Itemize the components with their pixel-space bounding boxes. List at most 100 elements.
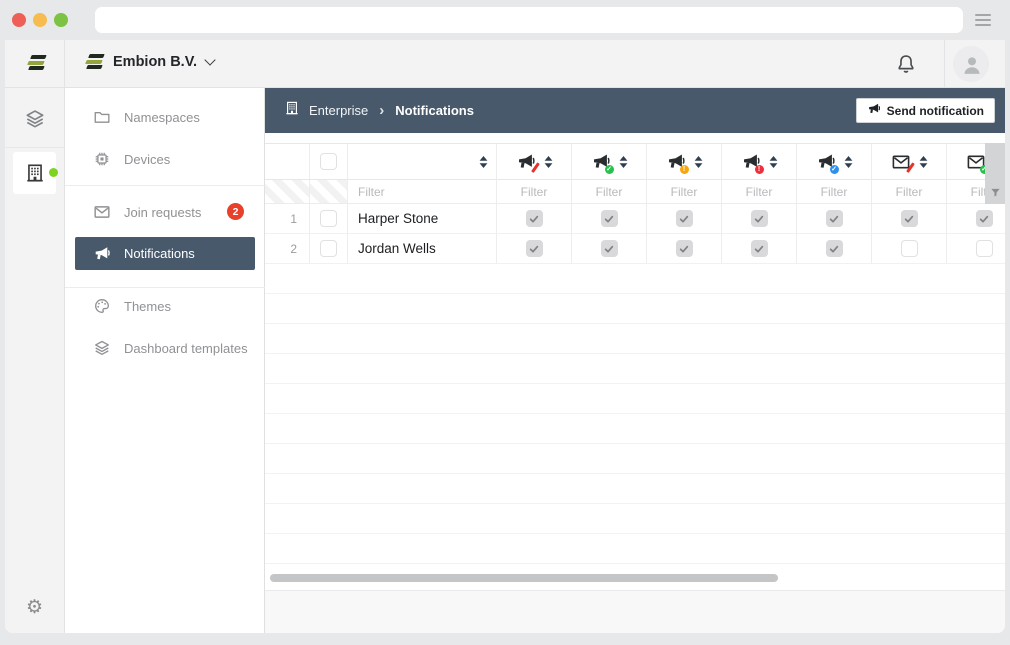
sidebar-item-notifications[interactable]: Notifications — [75, 237, 255, 270]
subscription-cell — [497, 234, 572, 264]
column-filter-input[interactable] — [575, 185, 643, 199]
filter-funnel-icon[interactable] — [990, 185, 1001, 204]
table-footer — [265, 590, 1005, 633]
sort-icon[interactable] — [479, 156, 488, 168]
name-column-header[interactable] — [348, 144, 497, 180]
subscription-cell — [947, 234, 1005, 264]
horizontal-scrollbar[interactable] — [270, 574, 778, 582]
sidebar: NamespacesDevicesJoin requests2Notificat… — [65, 88, 265, 633]
column-filter-input[interactable] — [875, 185, 943, 199]
envelope-icon — [891, 152, 911, 172]
envelope-icon: ✓ — [966, 152, 986, 172]
column-header-megaphone-error-red[interactable]: ! — [722, 144, 797, 180]
column-filter-input[interactable] — [500, 185, 568, 199]
empty-row-line — [265, 563, 1005, 564]
empty-row-line — [265, 473, 1005, 474]
name-cell: Jordan Wells — [348, 234, 497, 264]
subscription-checkbox[interactable] — [976, 240, 993, 257]
subscription-checkbox[interactable] — [751, 210, 768, 227]
avatar[interactable] — [953, 46, 989, 82]
subscription-checkbox[interactable] — [976, 210, 993, 227]
subscription-checkbox[interactable] — [526, 240, 543, 257]
table-row[interactable]: 2Jordan Wells — [265, 234, 1005, 264]
megaphone-icon: ! — [741, 152, 761, 172]
subscription-checkbox[interactable] — [601, 240, 618, 257]
subscription-cell — [797, 234, 872, 264]
subscription-checkbox[interactable] — [826, 240, 843, 257]
column-filter-input[interactable] — [800, 185, 868, 199]
column-header-megaphone-check-blue[interactable]: ✓ — [797, 144, 872, 180]
sort-icon[interactable] — [769, 156, 778, 168]
screen: Embion B.V. ⚙ Namespaces Devices Join requ… — [0, 0, 1010, 645]
sidebar-item-namespaces[interactable]: Namespaces — [75, 100, 255, 134]
subscription-cell — [647, 204, 722, 234]
sidebar-item-themes[interactable]: Themes — [75, 289, 255, 323]
sidebar-item-label: Dashboard templates — [124, 341, 248, 356]
send-notification-button[interactable]: Send notification — [856, 98, 995, 123]
column-header-megaphone-check-green[interactable]: ✓ — [572, 144, 647, 180]
bell-icon[interactable] — [895, 53, 917, 80]
minimize-button[interactable] — [33, 13, 47, 27]
sidebar-item-devices[interactable]: Devices — [75, 142, 255, 176]
envelope-icon — [93, 203, 111, 221]
send-notification-label: Send notification — [887, 104, 984, 118]
column-header-megaphone-warn-orange[interactable]: ! — [647, 144, 722, 180]
browser-menu-button[interactable] — [975, 14, 991, 26]
building-icon — [284, 100, 300, 121]
filter-disabled-cell — [265, 180, 310, 204]
subscription-cell — [872, 204, 947, 234]
app-header: Embion B.V. — [5, 40, 1005, 88]
subscription-cell — [722, 204, 797, 234]
browser-address-bar[interactable] — [95, 7, 963, 33]
chevron-down-icon — [204, 55, 215, 66]
divider — [944, 40, 945, 88]
sort-icon[interactable] — [919, 156, 928, 168]
rail-item-dashboards[interactable] — [5, 108, 64, 130]
row-select-cell — [310, 204, 348, 234]
column-header-megaphone-slash-red[interactable] — [497, 144, 572, 180]
folder-icon — [93, 108, 111, 126]
subscription-cell — [647, 234, 722, 264]
subscription-checkbox[interactable] — [526, 210, 543, 227]
sort-icon[interactable] — [544, 156, 553, 168]
sidebar-item-label: Notifications — [124, 246, 195, 261]
empty-row-line — [265, 413, 1005, 414]
breadcrumb-enterprise[interactable]: Enterprise — [309, 103, 368, 118]
empty-row-line — [265, 323, 1005, 324]
sort-icon[interactable] — [694, 156, 703, 168]
row-select-checkbox[interactable] — [320, 210, 337, 227]
zoom-button[interactable] — [54, 13, 68, 27]
row-select-checkbox[interactable] — [320, 240, 337, 257]
chevron-right-icon: › — [379, 102, 384, 119]
subscription-checkbox[interactable] — [676, 240, 693, 257]
palette-icon — [93, 297, 111, 315]
close-button[interactable] — [12, 13, 26, 27]
empty-row-line — [265, 383, 1005, 384]
name-filter-input[interactable] — [348, 185, 484, 199]
filter-cell — [647, 180, 722, 204]
table-row[interactable]: 1Harper Stone — [265, 204, 1005, 234]
column-filter-input[interactable] — [725, 185, 793, 199]
org-switcher[interactable]: Embion B.V. — [85, 54, 214, 71]
subscription-checkbox[interactable] — [826, 210, 843, 227]
column-filter-input[interactable] — [650, 185, 718, 199]
sidebar-item-dashboard-templates[interactable]: Dashboard templates — [75, 331, 255, 365]
subscription-checkbox[interactable] — [901, 210, 918, 227]
sort-icon[interactable] — [844, 156, 853, 168]
subscription-checkbox[interactable] — [676, 210, 693, 227]
name-cell: Harper Stone — [348, 204, 497, 234]
filter-cell — [797, 180, 872, 204]
subscription-checkbox[interactable] — [901, 240, 918, 257]
layers-icon — [93, 339, 111, 357]
gear-icon[interactable]: ⚙ — [5, 596, 64, 619]
subscription-checkbox[interactable] — [751, 240, 768, 257]
subscription-checkbox[interactable] — [601, 210, 618, 227]
sort-icon[interactable] — [619, 156, 628, 168]
sidebar-item-label: Join requests — [124, 205, 201, 220]
megaphone-icon — [93, 245, 111, 263]
select-all-checkbox[interactable] — [320, 153, 337, 170]
chip-icon — [93, 150, 111, 168]
megaphone-icon — [867, 102, 881, 119]
column-header-envelope-slash-red[interactable] — [872, 144, 947, 180]
empty-row-line — [265, 443, 1005, 444]
